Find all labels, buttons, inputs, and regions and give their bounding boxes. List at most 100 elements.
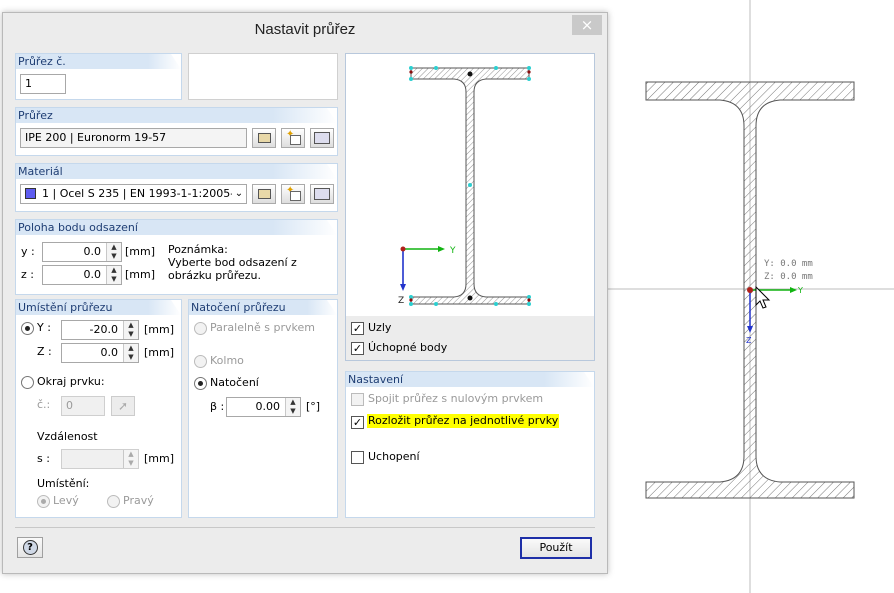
edge-no-label: č.: [37, 398, 51, 411]
parallel-label: Paralelně s prvkem [210, 321, 315, 334]
preview-center-point[interactable] [467, 71, 473, 77]
group-rotation: Natočení průřezu Paralelně s prvkem Kolm… [188, 299, 338, 518]
placement-y-unit: [mm] [144, 323, 175, 336]
help-icon: ? [22, 540, 38, 555]
group-header: Natočení průřezu [189, 300, 337, 315]
help-button[interactable]: ? [17, 537, 43, 558]
cross-section-no-input[interactable]: 1 [20, 74, 66, 94]
pick-member-button[interactable]: ➚ [111, 396, 135, 416]
placement-y-input[interactable]: -20.0 ▲ ▼ [61, 320, 139, 340]
spinner-icon[interactable]: ▲ ▼ [123, 450, 138, 468]
join-null-member-checkbox[interactable] [351, 393, 364, 406]
parallel-radio[interactable] [194, 322, 207, 335]
edit-dialog-icon [314, 132, 330, 144]
cross-section-field[interactable]: IPE 200 | Euronorm 19-57 [20, 128, 247, 148]
join-null-member-label: Spojit průřez s nulovým prvkem [368, 392, 544, 405]
set-cross-section-dialog: Nastavit průřez × Průřez č. 1 Průřez IPE… [2, 12, 608, 574]
offset-z-unit: [mm] [125, 268, 156, 281]
edge-label: Okraj prvku: [37, 375, 105, 388]
spinner-icon[interactable]: ▲ ▼ [123, 321, 138, 339]
placement-edge-radio[interactable] [21, 376, 34, 389]
spinner-icon[interactable]: ▲ ▼ [106, 243, 121, 261]
close-button[interactable]: × [572, 15, 602, 35]
spinner-icon[interactable]: ▲ ▼ [123, 344, 138, 362]
apply-button[interactable]: Použít [520, 537, 592, 559]
edit-material-button[interactable] [310, 184, 334, 204]
beta-unit: [°] [306, 400, 321, 413]
canvas-origin-point[interactable] [747, 287, 753, 293]
book-icon [258, 133, 271, 143]
chevron-down-icon[interactable]: ⌄ [232, 185, 246, 203]
placement-z-input[interactable]: 0.0 ▲ ▼ [61, 343, 139, 363]
distance-s-label: s : [37, 452, 50, 465]
right-label: Pravý [123, 494, 154, 507]
offset-z-input[interactable]: 0.0 ▲ ▼ [42, 265, 122, 285]
left-radio[interactable] [37, 495, 50, 508]
section-preview[interactable]: Y Z [346, 54, 594, 316]
dialog-title: Nastavit průřez [254, 21, 356, 38]
perpendicular-radio[interactable] [194, 355, 207, 368]
edit-cross-section-button[interactable] [310, 128, 334, 148]
group-empty-panel [188, 53, 338, 100]
new-cross-section-button[interactable]: ✦ [281, 128, 305, 148]
material-library-button[interactable] [252, 184, 276, 204]
group-offset-point: Poloha bodu odsazení y : 0.0 ▲ ▼ [mm] z : … [15, 219, 338, 295]
canvas-readout-z: Z: 0.0 mm [764, 272, 813, 282]
preview-axis-z-label: Z [398, 296, 404, 306]
grip-points-checkbox[interactable]: ✓ [351, 342, 364, 355]
beta-value: 0.00 [255, 400, 281, 413]
group-cross-section: Průřez IPE 200 | Euronorm 19-57 ✦ [15, 107, 338, 156]
footer-divider [15, 527, 595, 528]
preview-origin-point[interactable] [400, 246, 406, 252]
material-color-swatch [25, 188, 36, 199]
material-select[interactable]: 1 | Ocel S 235 | EN 1993-1-1:2005-05 ⌄ [20, 184, 247, 204]
distance-s-input[interactable]: ▲ ▼ [61, 449, 139, 469]
new-material-button[interactable]: ✦ [281, 184, 305, 204]
nodes-checkbox[interactable]: ✓ [351, 322, 364, 335]
material-value: Ocel S 235 | EN 1993-1-1:2005-05 [59, 187, 247, 200]
placement-y-label: Y : [37, 321, 51, 334]
preview-center-point[interactable] [467, 295, 473, 301]
group-header: Umístění průřezu [16, 300, 181, 315]
beta-input[interactable]: 0.00 ▲ ▼ [226, 397, 301, 417]
decompose-label: Rozložit průřez na jednotlivé prvky [367, 414, 560, 428]
group-header: Průřez [16, 108, 337, 123]
group-header: Průřez č. [16, 54, 181, 69]
edit-dialog-icon [314, 188, 330, 200]
spinner-icon[interactable]: ▲ ▼ [106, 266, 121, 284]
offset-z-label: z : [21, 268, 34, 281]
distance-label: Vzdálenost [37, 430, 98, 443]
placement-z-value: 0.0 [100, 346, 119, 359]
decompose-checkbox[interactable]: ✓ [351, 416, 364, 429]
offset-y-input[interactable]: 0.0 ▲ ▼ [42, 242, 122, 262]
nodes-label: Uzly [368, 321, 392, 334]
note-text: Vyberte bod odsazení z obrázku průřezu. [168, 256, 297, 282]
canvas-axis-y-label: Y [797, 286, 803, 295]
rotation-radio[interactable] [194, 377, 207, 390]
group-material: Materiál 1 | Ocel S 235 | EN 1993-1-1:20… [15, 163, 338, 212]
preview-axis-y-label: Y [449, 246, 456, 256]
new-doc-icon [290, 135, 301, 145]
pick-cursor-icon: ➚ [118, 399, 129, 413]
library-button[interactable] [252, 128, 276, 148]
distance-s-unit: [mm] [144, 452, 175, 465]
note-title: Poznámka: [168, 243, 228, 256]
placement-y-value: -20.0 [89, 323, 118, 336]
canvas-readout-y: Y: 0.0 mm [764, 259, 813, 269]
spinner-icon[interactable]: ▲ ▼ [285, 398, 300, 416]
group-header: Poloha bodu odsazení [16, 220, 337, 235]
book-icon [258, 189, 271, 199]
grip-points-label: Úchopné body [368, 341, 448, 354]
canvas-axis-z-label: Z [746, 336, 752, 345]
preview-y-arrowhead [438, 246, 445, 252]
offset-y-value: 0.0 [83, 245, 102, 258]
preview-panel: Y Z ✓ Uzly ✓ Úchopné body [345, 53, 595, 361]
edge-no-input[interactable]: 0 [61, 396, 105, 416]
snap-checkbox[interactable] [351, 451, 364, 464]
placement-coords-radio[interactable] [21, 322, 34, 335]
beta-label: β : [210, 400, 225, 413]
group-header: Materiál [16, 164, 337, 179]
right-radio[interactable] [107, 495, 120, 508]
material-number: 1 [42, 187, 49, 200]
rotation-label: Natočení [210, 376, 259, 389]
